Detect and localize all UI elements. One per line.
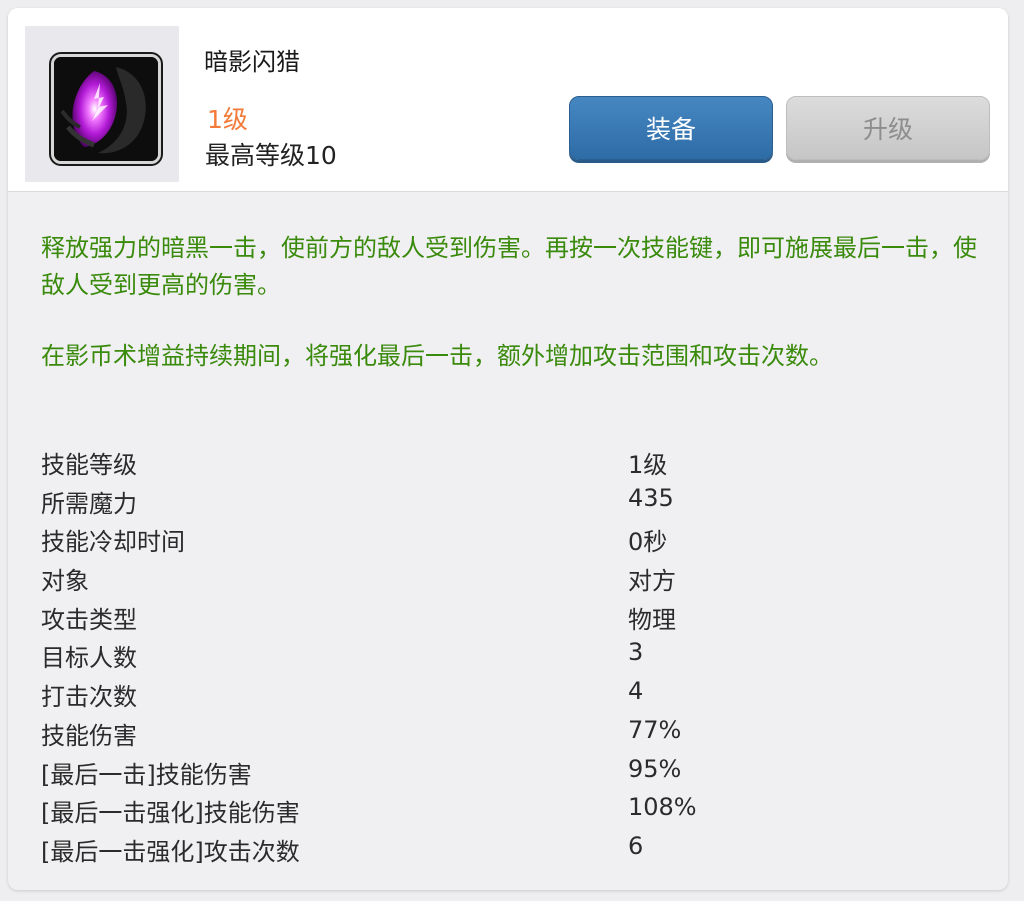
stat-row-enhanced-final-damage: [最后一击强化]技能伤害 108% [41, 793, 981, 832]
stat-value: 95% [628, 754, 682, 783]
skill-stats-table: 技能等级 1级 所需魔力 435 技能冷却时间 0秒 对象 对方 攻击类型 物理… [41, 445, 981, 871]
stat-value: 3 [628, 638, 644, 667]
equip-button[interactable]: 装备 [569, 96, 773, 160]
upgrade-button[interactable]: 升级 [786, 96, 990, 160]
stat-value: 77% [628, 715, 682, 744]
stat-label: 技能等级 [41, 451, 137, 479]
skill-detail-panel: 暗影闪猎 1级 最高等级10 装备 升级 释放强力的暗黑一击，使前方的敌人受到伤… [8, 8, 1008, 890]
stat-row-target: 对象 对方 [41, 561, 981, 600]
stat-label: [最后一击]技能伤害 [41, 760, 252, 789]
skill-name: 暗影闪猎 [204, 48, 300, 76]
stat-row-attack-type: 攻击类型 物理 [41, 600, 981, 639]
stat-value: 0秒 [628, 528, 668, 557]
stat-label: 技能伤害 [41, 721, 137, 750]
stat-row-mana-cost: 所需魔力 435 [41, 484, 981, 523]
stat-value: 6 [628, 831, 644, 860]
stat-row-cooldown: 技能冷却时间 0秒 [41, 522, 981, 561]
stat-label: 攻击类型 [41, 605, 137, 634]
stat-label: 所需魔力 [41, 489, 137, 518]
stat-value: 4 [628, 677, 644, 706]
stat-value: 1级 [628, 451, 668, 479]
stat-value: 物理 [628, 605, 676, 634]
skill-description-primary: 释放强力的暗黑一击，使前方的敌人受到伤害。再按一次技能键，即可施展最后一击，使敌… [41, 234, 977, 299]
stat-label: 对象 [41, 567, 89, 596]
skill-max-level: 最高等级10 [205, 141, 337, 170]
stat-label: 技能冷却时间 [41, 528, 185, 557]
shadow-flash-skill-icon [51, 54, 161, 164]
stat-row-enhanced-final-hits: [最后一击强化]攻击次数 6 [41, 832, 981, 871]
stat-row-hit-count: 打击次数 4 [41, 677, 981, 716]
stat-row-final-strike-damage: [最后一击]技能伤害 95% [41, 755, 981, 794]
stat-label: [最后一击强化]攻击次数 [41, 837, 300, 866]
stat-row-skill-level: 技能等级 1级 [41, 445, 981, 484]
stat-value: 对方 [628, 567, 676, 596]
skill-description-enhanced: 在影币术增益持续期间，将强化最后一击，额外增加攻击范围和攻击次数。 [41, 342, 833, 370]
skill-icon-frame [25, 26, 179, 182]
skill-header: 暗影闪猎 1级 最高等级10 装备 升级 [8, 8, 1008, 192]
stat-value: 435 [628, 483, 674, 512]
stat-label: 目标人数 [41, 644, 137, 673]
stat-value: 108% [628, 793, 697, 822]
stat-label: 打击次数 [41, 683, 137, 712]
stat-label: [最后一击强化]技能伤害 [41, 799, 300, 828]
stat-row-target-count: 目标人数 3 [41, 638, 981, 677]
stat-row-skill-damage: 技能伤害 77% [41, 716, 981, 755]
skill-current-level: 1级 [207, 105, 248, 134]
